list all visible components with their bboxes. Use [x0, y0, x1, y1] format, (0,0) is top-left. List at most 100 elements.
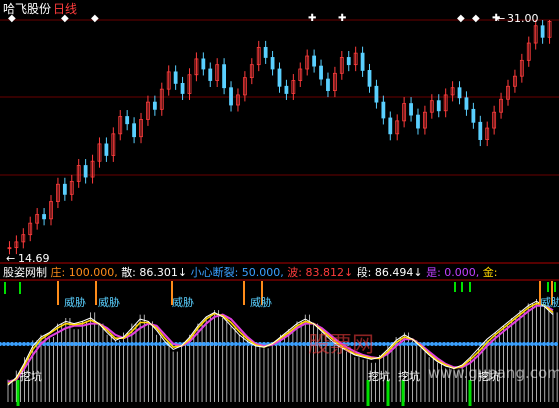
candle-body: [277, 68, 282, 87]
level-dot: [150, 342, 154, 346]
dig-label: 挖坑: [398, 369, 420, 383]
level-dot: [134, 342, 138, 346]
top-marker: ◆: [91, 13, 99, 24]
indicator-name: 股姿网制: [3, 266, 51, 279]
candle-body: [326, 78, 330, 92]
level-dot: [462, 342, 466, 346]
indicator-bar: 股姿网制 庄: 100.000, 散: 86.301↓ 小心断裂: 50.000…: [3, 265, 498, 279]
top-marker: ◆: [472, 13, 480, 24]
level-dot: [514, 342, 518, 346]
danger-label: 威胁: [540, 295, 559, 309]
candle-body: [152, 101, 157, 110]
level-dot: [10, 342, 14, 346]
candle-body: [471, 108, 476, 123]
level-dot: [554, 342, 558, 346]
level-dot: [82, 342, 86, 346]
level-dot: [510, 342, 514, 346]
level-dot: [498, 342, 502, 346]
level-dot: [58, 342, 62, 346]
dig-label: 挖坑: [20, 369, 42, 383]
level-dot: [106, 342, 110, 346]
level-dot: [66, 342, 70, 346]
indicator-item: 庄: 100.000,: [51, 265, 122, 279]
danger-label: 威胁: [98, 295, 120, 309]
level-dot: [158, 342, 162, 346]
candle-body: [346, 57, 351, 66]
level-dot: [2, 342, 6, 346]
level-dot: [6, 342, 10, 346]
candle-body: [436, 100, 441, 112]
level-dot: [114, 342, 118, 346]
candle-body: [173, 71, 178, 84]
indicator-item: 金:: [483, 265, 498, 279]
candle-body: [381, 101, 386, 119]
level-dot: [542, 342, 546, 346]
level-dot: [410, 342, 414, 346]
indicator-item: 波: 83.812↓: [287, 266, 356, 279]
top-marker: ✚: [338, 13, 346, 24]
level-dot: [530, 342, 534, 346]
level-dot: [118, 342, 122, 346]
level-dot: [466, 342, 470, 346]
level-dot: [454, 342, 458, 346]
level-dot: [278, 342, 282, 346]
level-dot: [50, 342, 54, 346]
level-dot: [26, 342, 30, 346]
high-arrow: ←: [496, 12, 505, 25]
level-dot: [54, 342, 58, 346]
indicator-item: 小心断裂: 50.000,: [191, 265, 288, 279]
level-dot: [142, 342, 146, 346]
candle-body: [367, 70, 372, 87]
level-dot: [298, 342, 302, 346]
level-dot: [214, 342, 218, 346]
candle-body: [208, 68, 213, 81]
level-dot: [226, 342, 230, 346]
stock-chart: ◆ ◆ ◆ ✚ ✚ ◆ ◆ ✚ 哈飞股份 日线 ← 31.00 ← 14.69 股姿网制 庄:…: [0, 0, 559, 408]
level-dot: [62, 342, 66, 346]
level-dot: [550, 342, 554, 346]
level-dot: [402, 342, 406, 346]
candle-body: [374, 85, 379, 103]
level-dot: [198, 342, 202, 346]
level-dot: [302, 342, 306, 346]
danger-label: 威胁: [172, 295, 194, 309]
candle-body: [478, 121, 483, 140]
candle-body: [180, 82, 185, 94]
candle-body: [263, 46, 268, 58]
level-dot: [122, 342, 126, 346]
candle-body: [319, 65, 323, 80]
level-dot: [406, 342, 410, 346]
candle-body: [201, 58, 206, 70]
danger-label: 威胁: [64, 295, 86, 309]
level-dot: [222, 342, 226, 346]
level-dot: [234, 342, 238, 346]
level-dot: [18, 342, 22, 346]
top-marker: ◆: [457, 13, 465, 24]
level-dot: [230, 342, 234, 346]
level-dot: [46, 342, 50, 346]
level-dot: [290, 342, 294, 346]
level-dot: [474, 342, 478, 346]
candle-body: [284, 85, 289, 94]
level-dot: [522, 342, 526, 346]
candle-body: [388, 117, 393, 135]
watermark-cn: 股票网: [308, 333, 374, 358]
level-dot: [442, 342, 446, 346]
candle-body: [132, 123, 136, 138]
level-dot: [138, 342, 142, 346]
level-dot: [14, 342, 18, 346]
indicator-item: 段: 86.494↓: [357, 265, 426, 279]
level-dot: [286, 342, 290, 346]
danger-label: 威胁: [250, 295, 272, 309]
level-dot: [430, 342, 434, 346]
level-dot: [190, 342, 194, 346]
level-dot: [210, 342, 214, 346]
level-dot: [98, 342, 102, 346]
level-dot: [446, 342, 450, 346]
level-dot: [438, 342, 442, 346]
indicator-item: 是: 0.000,: [426, 266, 483, 279]
level-dot: [218, 342, 222, 346]
candle-body: [312, 55, 317, 67]
level-dot: [102, 342, 106, 346]
candle-body: [222, 64, 227, 89]
